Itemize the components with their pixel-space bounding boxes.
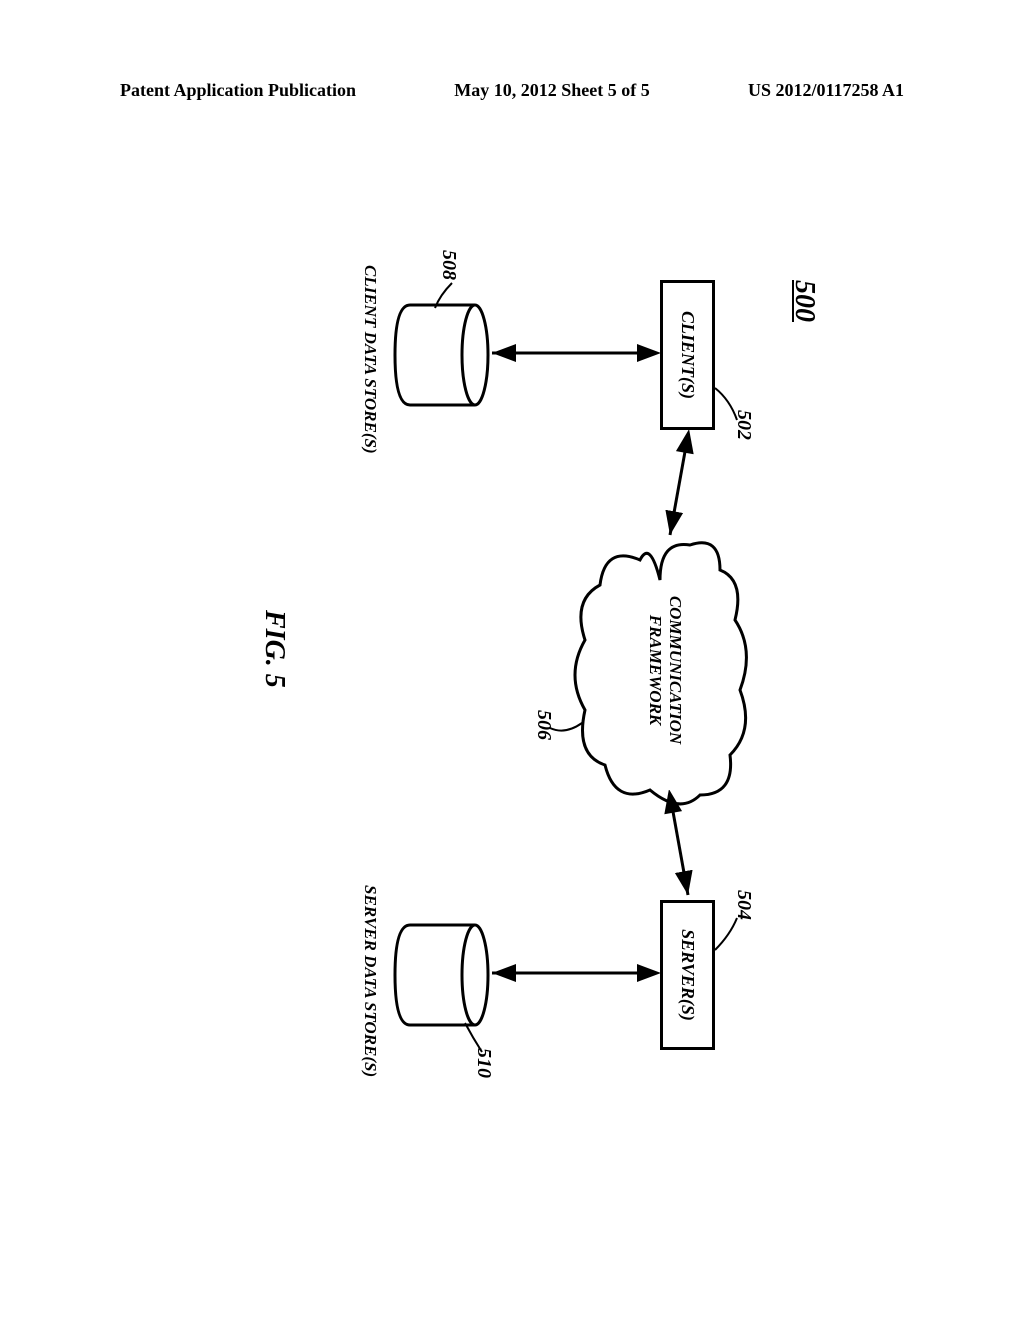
leader-504 <box>710 915 740 955</box>
diagram-container: 500 CLIENT(S) SERVER(S) COMMUNICATION FR… <box>50 320 950 1020</box>
arrow-client-datastore <box>485 338 660 368</box>
leader-506 <box>545 720 585 750</box>
figure-number: 500 <box>788 280 820 322</box>
header-right: US 2012/0117258 A1 <box>748 80 904 101</box>
arrow-client-cloud <box>650 430 710 550</box>
ref-508: 508 <box>437 250 460 280</box>
leader-502 <box>710 385 740 425</box>
cloud-label: COMMUNICATION FRAMEWORK <box>644 565 685 775</box>
leader-508 <box>430 280 455 310</box>
diagram: 500 CLIENT(S) SERVER(S) COMMUNICATION FR… <box>150 220 850 1120</box>
page-header: Patent Application Publication May 10, 2… <box>0 80 1024 101</box>
client-datastore-label: CLIENT DATA STORE(S) <box>360 265 380 454</box>
server-datastore-icon <box>390 920 490 1030</box>
arrow-cloud-server <box>650 790 710 910</box>
server-label: SERVER(S) <box>677 929 698 1021</box>
server-box: SERVER(S) <box>660 900 715 1050</box>
header-center: May 10, 2012 Sheet 5 of 5 <box>454 80 649 101</box>
client-datastore-icon <box>390 300 490 410</box>
server-datastore-label: SERVER DATA STORE(S) <box>360 885 380 1077</box>
client-label: CLIENT(S) <box>677 311 698 399</box>
figure-caption: FIG. 5 <box>258 610 290 688</box>
header-left: Patent Application Publication <box>120 80 356 101</box>
arrow-server-datastore <box>485 958 660 988</box>
client-box: CLIENT(S) <box>660 280 715 430</box>
leader-510 <box>460 1020 485 1055</box>
